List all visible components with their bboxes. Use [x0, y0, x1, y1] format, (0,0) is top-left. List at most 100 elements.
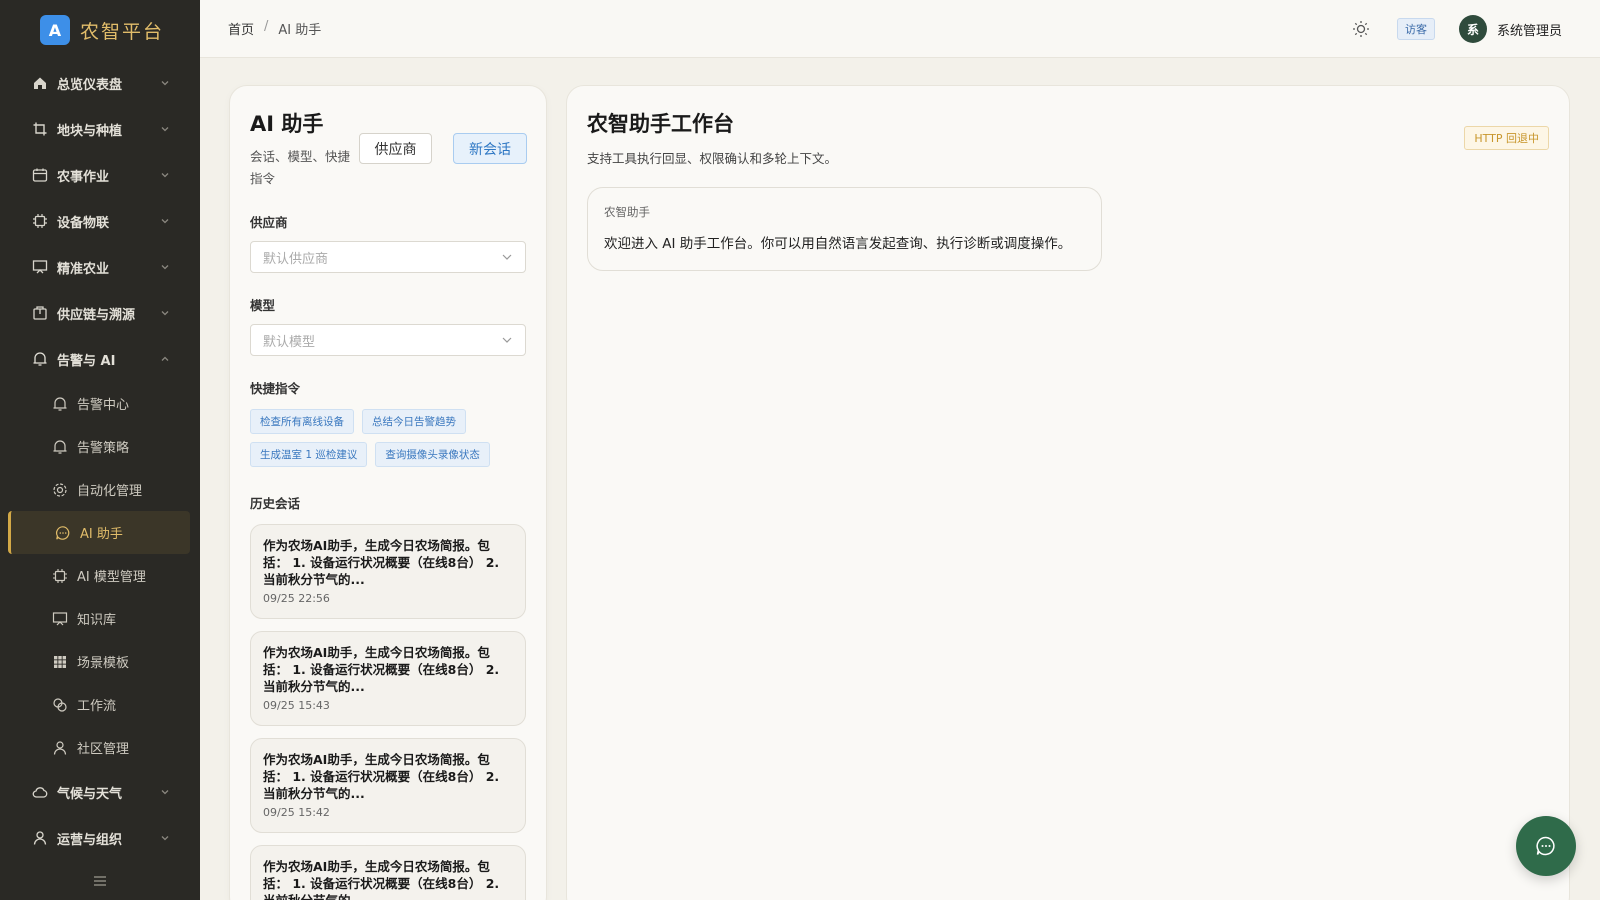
logo-mark: A	[40, 15, 70, 45]
chevron-down-icon	[160, 124, 170, 134]
sidebar-item-farm-work[interactable]: 农事作业	[0, 152, 200, 198]
header-actions: 访客 系 系统管理员	[1351, 0, 1562, 58]
sidebar-item-label: 告警中心	[77, 398, 130, 413]
sidebar-item-templates[interactable]: 场景模板	[0, 640, 200, 683]
chat-bubble-icon	[1534, 834, 1558, 858]
chip-icon	[32, 213, 48, 229]
model-select[interactable]: 默认模型	[250, 324, 526, 356]
chat-icon	[55, 525, 71, 541]
sidebar-item-label: 工作流	[77, 699, 117, 714]
sidebar-item-workflow[interactable]: 工作流	[0, 683, 200, 726]
sidebar-item-alert-center[interactable]: 告警中心	[0, 382, 200, 425]
sidebar: A 农智平台 总览仪表盘 地块与种植 农事作业 设备物联 精准农业 供应链与溯源…	[0, 0, 200, 900]
history-item-text: 作为农场AI助手，生成今日农场简报。包括： 1. 设备运行状况概要（在线8台） …	[263, 538, 500, 587]
history-item-text: 作为农场AI助手，生成今日农场简报。包括： 1. 设备运行状况概要（在线8台） …	[263, 859, 500, 900]
supplier-button[interactable]: 供应商	[359, 133, 432, 164]
panel-subtitle: 会话、模型、快捷指令	[250, 149, 351, 186]
sidebar-item-alerts-ai[interactable]: 告警与 AI	[0, 336, 200, 382]
grid-icon	[52, 654, 68, 670]
breadcrumb-separator: /	[264, 19, 269, 34]
breadcrumb: 首页 / AI 助手	[228, 19, 321, 38]
sidebar-item-iot[interactable]: 设备物联	[0, 198, 200, 244]
sidebar-item-automation[interactable]: 自动化管理	[0, 468, 200, 511]
sidebar-item-ai-models[interactable]: AI 模型管理	[0, 554, 200, 597]
history-item[interactable]: 作为农场AI助手，生成今日农场简报。包括： 1. 设备运行状况概要（在线8台） …	[250, 738, 526, 833]
sidebar-item-dashboard[interactable]: 总览仪表盘	[0, 60, 200, 106]
sidebar-item-knowledge[interactable]: 知识库	[0, 597, 200, 640]
workbench-subtitle: 支持工具执行回显、权限确认和多轮上下文。	[587, 151, 838, 166]
connection-status-badge: HTTP 回退中	[1464, 126, 1549, 150]
history-item-text: 作为农场AI助手，生成今日农场简报。包括： 1. 设备运行状况概要（在线8台） …	[263, 645, 500, 694]
sidebar-item-alert-policy[interactable]: 告警策略	[0, 425, 200, 468]
chevron-down-icon	[160, 170, 170, 180]
chevron-down-icon	[501, 251, 513, 263]
breadcrumb-home[interactable]: 首页	[228, 19, 254, 38]
sidebar-item-label: 精准农业	[57, 261, 110, 277]
flow-icon	[52, 697, 68, 713]
history-item[interactable]: 作为农场AI助手，生成今日农场简报。包括： 1. 设备运行状况概要（在线8台） …	[250, 845, 526, 900]
chevron-down-icon	[160, 787, 170, 797]
monitor-icon	[32, 259, 48, 275]
sun-icon[interactable]	[1351, 19, 1371, 39]
sidebar-item-label: 气候与天气	[57, 786, 123, 802]
shortcut-chip[interactable]: 生成温室 1 巡检建议	[250, 442, 368, 467]
user-icon	[52, 740, 68, 756]
supplier-select-placeholder: 默认供应商	[263, 251, 329, 267]
chip-icon	[52, 568, 68, 584]
top-header: 首页 / AI 助手 访客 系 系统管理员	[200, 0, 1600, 58]
shortcuts-label: 快捷指令	[250, 381, 301, 396]
sidebar-item-label: 设备物联	[57, 215, 110, 231]
shortcut-list: 检查所有离线设备 总结今日告警趋势 生成温室 1 巡检建议 查询摄像头录像状态	[250, 409, 526, 467]
new-chat-button[interactable]: 新会话	[453, 133, 527, 164]
history-item-time: 09/25 15:43	[263, 699, 330, 712]
sidebar-item-operations[interactable]: 运营与组织	[0, 815, 200, 861]
app-name: 农智平台	[80, 20, 165, 43]
chevron-down-icon	[160, 833, 170, 843]
sidebar-item-precision[interactable]: 精准农业	[0, 244, 200, 290]
shortcut-chip[interactable]: 总结今日告警趋势	[362, 409, 466, 434]
assistant-side-panel: AI 助手 会话、模型、快捷指令 供应商 新会话 供应商 默认供应商 模型 默认…	[229, 85, 547, 900]
message-sender: 农智助手	[604, 205, 650, 219]
bell-icon	[52, 396, 68, 412]
sidebar-item-label: AI 助手	[80, 527, 123, 542]
history-label: 历史会话	[250, 496, 301, 511]
sidebar-item-label: 地块与种植	[57, 123, 123, 139]
sidebar-item-ai-assistant[interactable]: AI 助手	[8, 511, 190, 554]
sidebar-item-plots[interactable]: 地块与种植	[0, 106, 200, 152]
message-text: 欢迎进入 AI 助手工作台。你可以用自然语言发起查询、执行诊断或调度操作。	[604, 236, 1072, 252]
sidebar-item-label: 供应链与溯源	[57, 307, 136, 323]
supplier-label: 供应商	[250, 215, 288, 230]
supplier-select[interactable]: 默认供应商	[250, 241, 526, 273]
chevron-down-icon	[160, 78, 170, 88]
shortcut-chip[interactable]: 检查所有离线设备	[250, 409, 354, 434]
history-item[interactable]: 作为农场AI助手，生成今日农场简报。包括： 1. 设备运行状况概要（在线8台） …	[250, 631, 526, 726]
history-item[interactable]: 作为农场AI助手，生成今日农场简报。包括： 1. 设备运行状况概要（在线8台） …	[250, 524, 526, 619]
gear-icon	[52, 482, 68, 498]
model-select-placeholder: 默认模型	[263, 334, 316, 350]
chevron-down-icon	[160, 308, 170, 318]
app-logo[interactable]: A 农智平台	[0, 0, 200, 60]
sidebar-item-climate[interactable]: 气候与天气	[0, 769, 200, 815]
assistant-message: 农智助手 欢迎进入 AI 助手工作台。你可以用自然语言发起查询、执行诊断或调度操…	[587, 187, 1102, 271]
sidebar-item-label: 告警策略	[77, 441, 130, 456]
user-name[interactable]: 系统管理员	[1497, 20, 1562, 39]
menu-collapse-icon[interactable]	[91, 872, 109, 890]
avatar[interactable]: 系	[1458, 15, 1487, 43]
sidebar-item-label: 场景模板	[77, 656, 130, 671]
guest-badge: 访客	[1396, 18, 1435, 40]
bell-icon	[32, 351, 48, 367]
shortcut-chip[interactable]: 查询摄像头录像状态	[375, 442, 490, 467]
crop-icon	[32, 121, 48, 137]
sidebar-item-label: 总览仪表盘	[57, 77, 123, 93]
sidebar-item-label: 知识库	[77, 613, 117, 628]
sidebar-item-label: 农事作业	[57, 169, 110, 185]
chevron-up-icon	[160, 354, 170, 364]
sidebar-item-community[interactable]: 社区管理	[0, 726, 200, 769]
breadcrumb-current: AI 助手	[278, 23, 322, 38]
monitor-icon	[52, 611, 68, 627]
user-icon	[32, 830, 48, 846]
chevron-down-icon	[501, 334, 513, 346]
cloud-icon	[32, 784, 48, 800]
sidebar-item-supply-chain[interactable]: 供应链与溯源	[0, 290, 200, 336]
floating-chat-button[interactable]	[1516, 816, 1576, 876]
